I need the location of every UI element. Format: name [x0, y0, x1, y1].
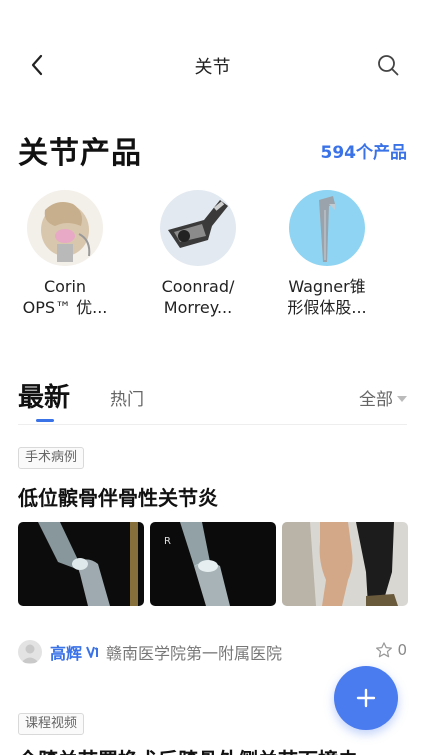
- post-images[interactable]: R: [18, 522, 408, 606]
- product-image: [160, 190, 236, 266]
- active-tab-indicator: [36, 419, 54, 422]
- product-name: Coonrad/ Morrey...: [161, 277, 235, 317]
- product-card[interactable]: Wagner锥 形假体股...: [272, 190, 382, 318]
- post-author-row: 高辉 赣南医学院第一附属医院 0: [18, 640, 407, 664]
- post-title[interactable]: 低位髌骨伴骨性关节炎: [18, 482, 218, 511]
- product-count-link[interactable]: 594个产品: [321, 138, 408, 163]
- leg-photo[interactable]: [282, 522, 408, 606]
- verified-badge-icon: [86, 644, 102, 660]
- xray-image[interactable]: R: [150, 522, 276, 606]
- product-name: Wagner锥 形假体股...: [287, 277, 367, 317]
- product-card[interactable]: L 全: [398, 190, 425, 318]
- product-image: [289, 190, 365, 266]
- product-image: [27, 190, 103, 266]
- product-name: L 全: [398, 276, 425, 318]
- caret-down-icon: [397, 395, 407, 402]
- favorite-count: 0: [397, 641, 407, 659]
- page-title: 关节: [194, 57, 231, 78]
- search-icon: [378, 55, 399, 76]
- xray-marker-label: R: [164, 536, 171, 547]
- search-button[interactable]: [373, 50, 403, 80]
- post-title[interactable]: 全膝关节置换术后膝骨外侧关节面撞击: [18, 744, 358, 755]
- filter-label: 全部: [359, 390, 393, 410]
- product-card[interactable]: Corin OPS™ 优...: [10, 190, 120, 318]
- feed-tabs: 最新 热门 全部: [18, 375, 407, 425]
- author-name[interactable]: 高辉: [50, 640, 82, 664]
- xray-image[interactable]: [18, 522, 144, 606]
- product-image: [415, 190, 425, 266]
- plus-icon: [356, 688, 376, 708]
- tab-latest[interactable]: 最新: [18, 377, 70, 414]
- post-tag: 手术病例: [18, 447, 85, 469]
- star-icon: [376, 642, 393, 658]
- product-name: Corin OPS™ 优...: [22, 277, 108, 317]
- section-title: 关节产品: [18, 136, 142, 171]
- tab-hot[interactable]: 热门: [110, 385, 144, 410]
- author-organization: 赣南医学院第一附属医院: [106, 644, 283, 663]
- favorite-button[interactable]: 0: [375, 641, 407, 659]
- add-post-button[interactable]: [334, 666, 398, 730]
- avatar[interactable]: [18, 640, 42, 664]
- filter-dropdown[interactable]: 全部: [359, 385, 407, 410]
- product-carousel[interactable]: Corin OPS™ 优... Coonrad/ Morrey... Wagne…: [0, 190, 425, 330]
- top-bar: 关节: [0, 0, 425, 110]
- product-card[interactable]: Coonrad/ Morrey...: [143, 190, 253, 318]
- post-tag: 课程视频: [18, 713, 85, 735]
- products-section-header: 关节产品 594个产品: [18, 128, 408, 171]
